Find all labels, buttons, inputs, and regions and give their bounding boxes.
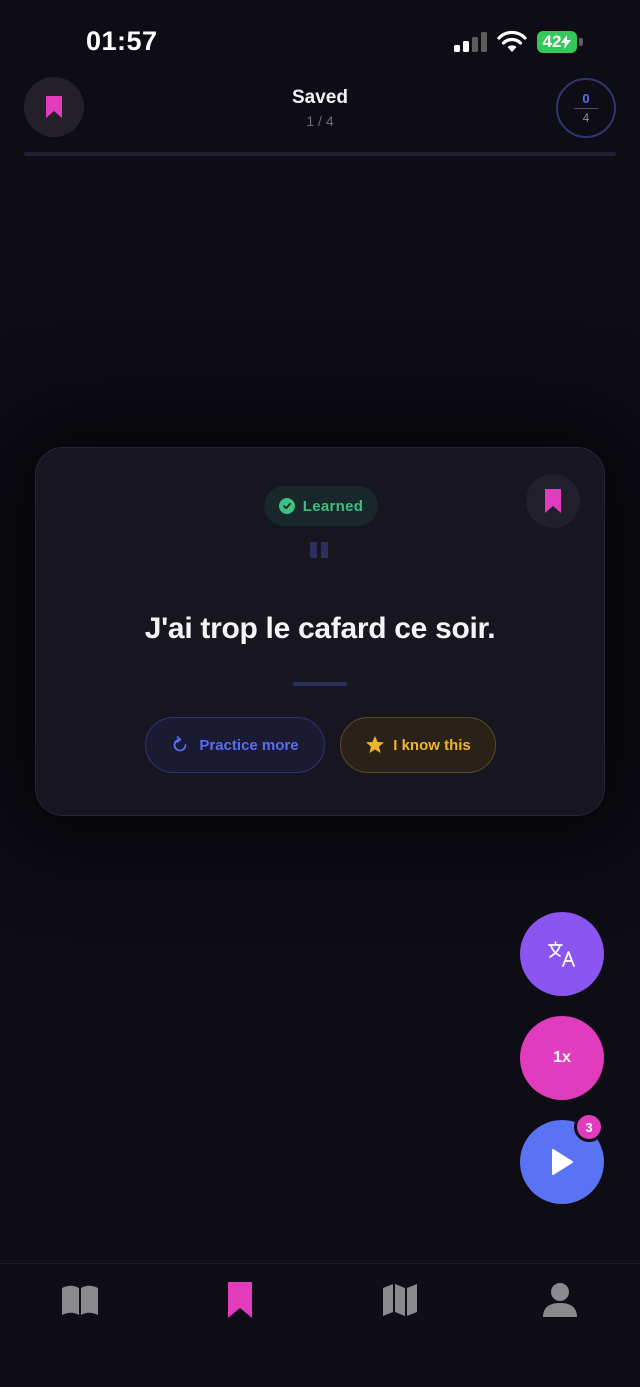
progress-total: 4 xyxy=(582,111,590,125)
playback-speed-button[interactable]: 1x xyxy=(520,1016,604,1100)
app-screen: 01:57 42 Saved 1 / 4 0 4 Learned J'ai tr… xyxy=(0,0,640,1387)
refresh-icon xyxy=(174,736,187,752)
progress-ring: 0 4 xyxy=(556,78,616,138)
play-queue-badge: 3 xyxy=(574,1112,604,1142)
battery-level: 42 xyxy=(542,32,562,51)
item-counter: 1 / 4 xyxy=(306,113,334,129)
charging-bolt-icon xyxy=(561,35,572,49)
practice-more-button[interactable]: Practice more xyxy=(145,717,325,773)
bottom-tab-bar xyxy=(0,1263,640,1387)
progress-done: 0 xyxy=(582,91,590,106)
translate-button[interactable] xyxy=(520,912,604,996)
user-icon xyxy=(543,1283,577,1317)
card-bookmark-button[interactable] xyxy=(526,474,580,528)
map-icon xyxy=(383,1284,417,1316)
book-icon xyxy=(62,1285,98,1315)
progress-fraction-line xyxy=(574,108,598,109)
phrase-text: J'ai trop le cafard ce soir. xyxy=(144,612,496,645)
card-divider xyxy=(293,682,347,686)
i-know-this-label: I know this xyxy=(393,736,471,754)
wifi-icon xyxy=(497,30,527,52)
page-title: Saved xyxy=(292,87,348,108)
cellular-signal-icon xyxy=(454,32,487,52)
phrase-card: Learned J'ai trop le cafard ce soir. Pra… xyxy=(35,447,605,816)
i-know-this-button[interactable]: I know this xyxy=(340,717,496,773)
battery-indicator: 42 xyxy=(537,31,577,53)
quote-icon xyxy=(310,542,330,558)
tab-map[interactable] xyxy=(378,1278,422,1322)
battery-tip xyxy=(579,38,583,46)
status-time: 01:57 xyxy=(86,26,158,56)
star-icon xyxy=(366,736,385,753)
learned-badge: Learned xyxy=(264,486,378,526)
header-progress-bar xyxy=(24,152,616,156)
tab-library[interactable] xyxy=(58,1278,102,1322)
play-icon xyxy=(552,1149,573,1175)
bookmark-icon xyxy=(228,1282,252,1318)
practice-more-label: Practice more xyxy=(199,736,299,754)
translate-icon xyxy=(548,941,575,967)
tab-profile[interactable] xyxy=(538,1278,582,1322)
playback-speed-label: 1x xyxy=(553,1049,571,1066)
bookmark-icon xyxy=(545,489,561,513)
check-circle-icon xyxy=(278,498,295,514)
learned-badge-label: Learned xyxy=(302,497,364,515)
tab-saved[interactable] xyxy=(218,1278,262,1322)
